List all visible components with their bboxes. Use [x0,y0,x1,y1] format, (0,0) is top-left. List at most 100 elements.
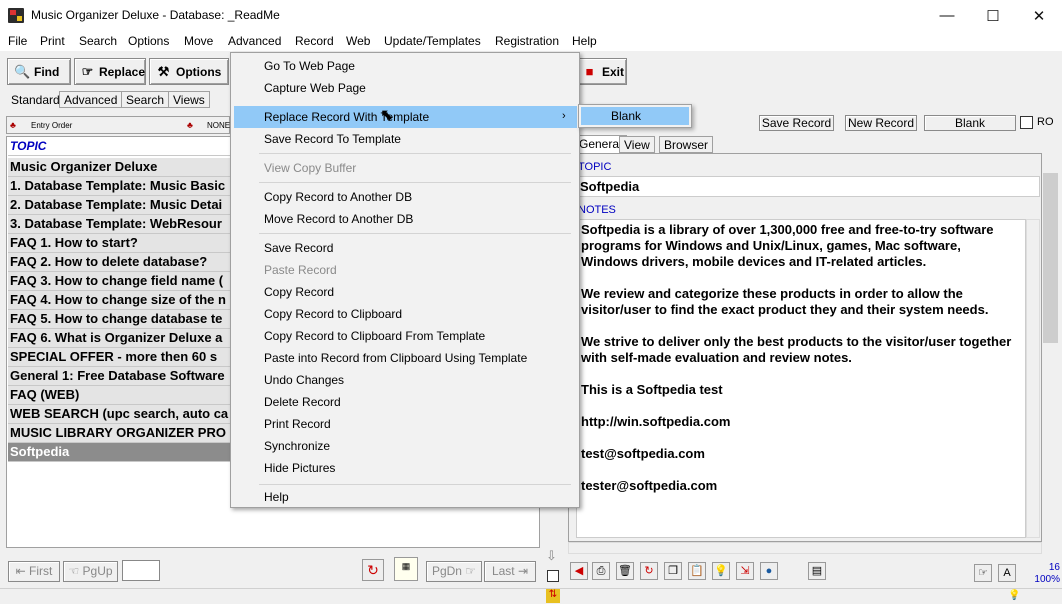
last-button[interactable]: Last ⇥ [484,561,536,582]
tab-views[interactable]: Views [168,91,210,108]
notes-line: tester@softpedia.com [581,478,718,493]
list-item[interactable]: FAQ 1. How to start? [8,234,230,253]
notes-field[interactable]: Softpedia is a library of over 1,300,000… [576,219,1026,538]
menu-item[interactable]: Paste into Record from Clipboard Using T… [264,351,527,365]
form-scrollbar[interactable] [1042,153,1059,542]
list-item[interactable]: FAQ 5. How to change database te [8,310,230,329]
new-record-button[interactable]: New Record [845,115,917,131]
list-item[interactable]: Music Organizer Deluxe [8,158,230,177]
options-button[interactable]: ⚒ Options [149,58,229,85]
list-item[interactable]: FAQ 2. How to delete database? [8,253,230,272]
menu-item[interactable]: Copy Record to Clipboard [264,307,402,321]
first-button[interactable]: ⇤ First [8,561,60,582]
refresh-record-icon[interactable]: ↻ [640,562,658,580]
text-size-icon[interactable]: A [998,564,1016,582]
blank-template-button[interactable]: Blank [924,115,1016,131]
menu-item[interactable]: Copy Record [264,285,334,299]
ro-checkbox[interactable] [1020,116,1033,129]
menu-item[interactable]: Save Record To Template [264,132,401,146]
pointer-icon[interactable]: ☞ [974,564,992,582]
maximize-button[interactable]: ☐ [970,0,1016,31]
find-button[interactable]: 🔍 Find [7,58,71,85]
sort-none[interactable]: NONE [207,121,230,130]
tab-standard[interactable]: Standard [6,91,65,108]
menu-item[interactable]: Undo Changes [264,373,344,387]
menu-item[interactable]: Synchronize [264,439,330,453]
menu-file[interactable]: File [8,34,27,48]
minimize-button[interactable]: — [924,0,970,31]
notes-line: Windows drivers, mobile devices and IT-r… [581,254,927,269]
record-number-input[interactable] [122,560,160,581]
pgup-button[interactable]: ☜ PgUp [63,561,118,582]
close-button[interactable]: ✕ [1016,0,1062,31]
list-item[interactable]: 3. Database Template: WebResour [8,215,230,234]
menu-item[interactable]: Copy Record to Clipboard From Template [264,329,485,343]
menu-item[interactable]: Replace Record With Template [264,110,429,124]
tab-browser[interactable]: Browser [659,136,714,153]
notes-label: NOTES [578,204,616,216]
menu-record[interactable]: Record [295,34,334,48]
submenu-chevron-icon: › [562,110,566,122]
menu-separator [259,484,571,485]
import-icon[interactable]: ⇲ [736,562,754,580]
tab-view[interactable]: View [619,136,655,153]
menu-web[interactable]: Web [346,34,370,48]
menu-options[interactable]: Options [128,34,169,48]
splitter-checkbox[interactable] [547,570,559,582]
pgdn-button[interactable]: PgDn ☞ [426,561,482,582]
arrow-down-icon[interactable]: ⇩ [546,548,560,564]
tab-advanced[interactable]: Advanced [59,91,123,108]
list-item[interactable]: FAQ (WEB) [8,386,230,405]
topic-field[interactable]: Softpedia [576,176,1040,197]
document-icon[interactable]: ▤ [808,562,826,580]
menu-item[interactable]: Hide Pictures [264,461,335,475]
printer-icon[interactable]: ⎙ [592,562,610,580]
notes-scrollbar[interactable] [1026,219,1040,538]
horizontal-scrollbar[interactable] [568,542,1042,554]
form-scrollbar-thumb[interactable] [1043,173,1058,343]
menu-item[interactable]: Capture Web Page [264,81,366,95]
list-item[interactable]: MUSIC LIBRARY ORGANIZER PRO [8,424,230,443]
list-item[interactable]: Softpedia [8,443,230,462]
template-submenu: Blank [578,104,692,128]
tab-search[interactable]: Search [121,91,170,108]
menu-item[interactable]: Save Record [264,241,333,255]
menu-search[interactable]: Search [79,34,117,48]
list-item[interactable]: WEB SEARCH (upc search, auto ca [8,405,230,424]
copy-icon[interactable]: ❐ [664,562,682,580]
menu-registration[interactable]: Registration [495,34,559,48]
menu-item[interactable]: Help [264,490,289,504]
sort-entry-order[interactable]: Entry Order [31,121,72,130]
menu-print[interactable]: Print [40,34,65,48]
menu-item[interactable]: Move Record to Another DB [264,212,413,226]
globe-icon[interactable]: ● [760,562,778,580]
back-arrow-icon[interactable]: ◀ [570,562,588,580]
list-item[interactable]: 1. Database Template: Music Basic [8,177,230,196]
exit-button[interactable]: ■ Exit [575,58,627,85]
trash-icon[interactable]: 🗑 [616,562,634,580]
list-item[interactable]: 2. Database Template: Music Detai [8,196,230,215]
menu-item[interactable]: Copy Record to Another DB [264,190,412,204]
menu-update-templates[interactable]: Update/Templates [384,34,481,48]
list-item[interactable]: FAQ 4. How to change size of the n [8,291,230,310]
menu-advanced[interactable]: Advanced [228,34,281,48]
list-item[interactable]: FAQ 6. What is Organizer Deluxe a [8,329,230,348]
menu-item[interactable]: Delete Record [264,395,341,409]
zoom-level: 100% [1034,574,1060,585]
sort-bar: ♣ Entry Order ♣ NONE [6,116,230,134]
list-item[interactable]: SPECIAL OFFER - more then 60 s [8,348,230,367]
color-grid-icon[interactable]: ▦ [394,557,418,581]
submenu-item-blank[interactable]: Blank [611,109,641,123]
save-record-button[interactable]: Save Record [759,115,834,131]
refresh-icon[interactable]: ↻ [362,559,384,581]
menu-help[interactable]: Help [572,34,597,48]
menu-move[interactable]: Move [184,34,213,48]
list-item[interactable]: General 1: Free Database Software [8,367,230,386]
menu-item[interactable]: Go To Web Page [264,59,355,73]
lightbulb-icon[interactable]: 💡 [712,562,730,580]
list-item[interactable]: FAQ 3. How to change field name ( [8,272,230,291]
paste-icon[interactable]: 📋 [688,562,706,580]
replace-button[interactable]: ☞ Replace [74,58,146,85]
notes-line: with self-made evaluation and review not… [581,350,852,365]
menu-item[interactable]: Print Record [264,417,331,431]
